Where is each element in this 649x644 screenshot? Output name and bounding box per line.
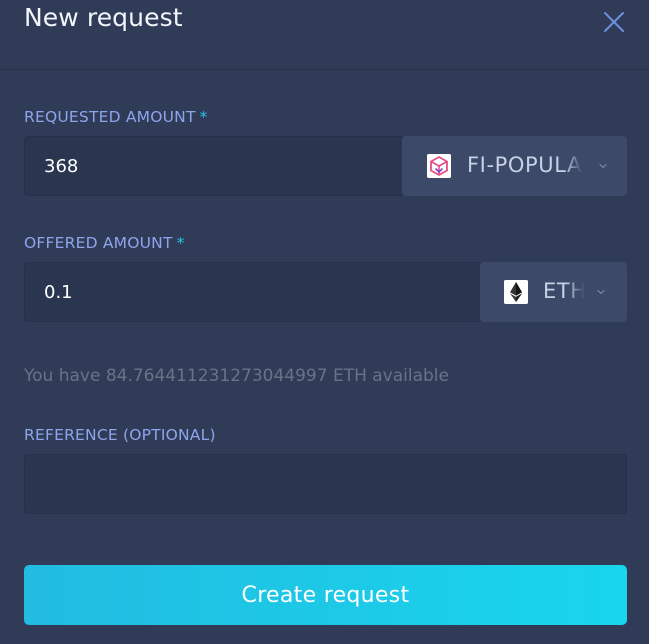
requested-amount-input[interactable]: 368 bbox=[24, 136, 404, 196]
required-mark: * bbox=[176, 234, 185, 252]
offered-amount-value: 0.1 bbox=[44, 281, 73, 303]
available-balance-text: You have 84.764411231273044997 ETH avail… bbox=[24, 366, 449, 386]
create-request-label: Create request bbox=[241, 582, 410, 608]
requested-amount-label-text: REQUESTED AMOUNT bbox=[24, 108, 196, 126]
close-button[interactable] bbox=[602, 10, 626, 34]
close-icon bbox=[604, 12, 624, 32]
requested-amount-label: REQUESTED AMOUNT * bbox=[24, 107, 208, 127]
chevron-down-icon bbox=[599, 163, 607, 169]
fi-popular-token-icon bbox=[427, 154, 451, 178]
offered-amount-input[interactable]: 0.1 bbox=[24, 262, 482, 322]
modal-header: New request bbox=[0, 0, 649, 70]
requested-amount-value: 368 bbox=[44, 155, 79, 177]
create-request-button[interactable]: Create request bbox=[24, 565, 627, 625]
reference-input[interactable] bbox=[24, 454, 627, 514]
offered-token-select[interactable]: ETH bbox=[480, 262, 627, 322]
offered-amount-label-text: OFFERED AMOUNT bbox=[24, 234, 173, 252]
requested-token-select[interactable]: FI-POPULA bbox=[402, 136, 627, 196]
offered-amount-label: OFFERED AMOUNT * bbox=[24, 233, 185, 253]
new-request-modal: New request REQUESTED AMOUNT * 368 FI-POP… bbox=[0, 0, 649, 644]
required-mark: * bbox=[199, 108, 208, 126]
reference-label: REFERENCE (OPTIONAL) bbox=[24, 426, 216, 444]
chevron-down-icon bbox=[597, 289, 605, 295]
eth-token-icon bbox=[504, 280, 528, 304]
modal-title: New request bbox=[24, 3, 183, 32]
